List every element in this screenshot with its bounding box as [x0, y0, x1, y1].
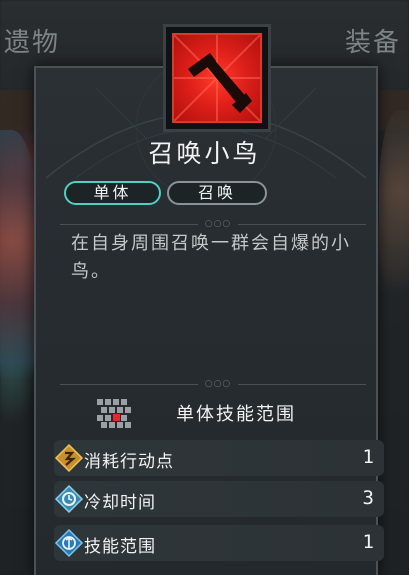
skill-icon-frame — [163, 24, 271, 132]
stat-row-cooldown: 冷却时间 3 — [54, 481, 384, 517]
stat-label: 技能范围 — [84, 537, 156, 557]
stat-row-action-points: 消耗行动点 1 — [54, 440, 384, 476]
tab-relics[interactable]: 遗物 — [4, 22, 60, 59]
skill-range-icon — [54, 528, 84, 558]
range-label: 单体技能范围 — [176, 404, 296, 425]
tag-target-type: 单体 — [64, 181, 161, 205]
stat-value: 1 — [362, 531, 374, 553]
dagger-icon — [172, 33, 262, 123]
stat-label: 消耗行动点 — [84, 452, 174, 472]
range-grid-icon — [96, 398, 132, 428]
skill-title: 召唤小鸟 — [148, 139, 261, 168]
stat-row-skill-range: 技能范围 1 — [54, 525, 384, 561]
action-point-icon — [54, 443, 84, 473]
stat-label: 冷却时间 — [84, 493, 156, 513]
divider-ornament-top: ○○○ — [198, 219, 238, 229]
skill-range-row: 单体技能范围 — [96, 396, 366, 430]
tab-equipment[interactable]: 装备 — [345, 22, 401, 59]
skill-description: 在自身周围召唤一群会自爆的小鸟。 — [71, 233, 351, 282]
tag-skill-type: 召唤 — [167, 181, 267, 205]
stat-value: 1 — [362, 446, 374, 468]
cooldown-icon — [54, 484, 84, 514]
game-screen: 遗物 装备 召唤小鸟 单体 召唤 ○○○ 在自身周围召唤一群会自爆的小鸟。 ○○… — [0, 0, 409, 575]
divider-ornament-bottom: ○○○ — [198, 379, 238, 389]
stat-value: 3 — [362, 487, 374, 509]
